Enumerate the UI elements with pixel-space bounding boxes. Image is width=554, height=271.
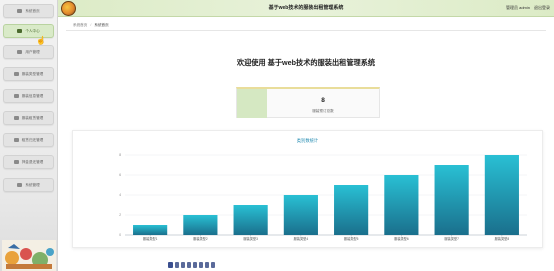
x-tick-label: 服装类型6	[394, 236, 409, 241]
x-tick-label: 服装类型8	[495, 236, 510, 241]
footer-icon[interactable]	[175, 262, 179, 268]
grid-icon	[13, 138, 19, 142]
footer-icon[interactable]	[187, 262, 191, 268]
stat-card-swatch	[237, 89, 267, 118]
y-tick-label: 6	[119, 173, 121, 177]
chart-title: 类别数统计	[296, 138, 319, 143]
logout-link[interactable]: 退出登录	[534, 5, 550, 11]
footer-icon[interactable]	[181, 262, 185, 268]
sidebar: 系统首页 个人中心 用户管理 服装类型管理 服装信息管理 服装租赁管理 租赁归还…	[0, 0, 58, 271]
y-tick-label: 8	[119, 153, 121, 157]
grid-icon	[13, 72, 19, 76]
footer-icon[interactable]	[205, 262, 209, 268]
sidebar-item-label: 个人中心	[25, 28, 40, 33]
app-title: 基于web技术的服装出租管理系统	[268, 5, 344, 11]
pointer-cursor-icon: ☝	[36, 36, 46, 45]
home-icon	[17, 9, 23, 13]
y-tick-label: 4	[119, 193, 121, 197]
sidebar-item-system[interactable]: 系统管理	[3, 178, 54, 192]
top-header: 基于web技术的服装出租管理系统 管理员 admin 退出登录	[58, 0, 554, 17]
sidebar-item-clothing-info[interactable]: 服装信息管理	[3, 89, 54, 103]
footer-toolbar	[168, 262, 215, 268]
x-tick-label: 服装类型5	[344, 236, 359, 241]
chart-bar[interactable]	[434, 165, 469, 235]
welcome-heading: 欢迎使用 基于web技术的服装出租管理系统	[236, 58, 376, 67]
chart-bar[interactable]	[334, 185, 369, 235]
users-icon	[17, 50, 23, 54]
sidebar-item-label: 押金退还管理	[21, 159, 44, 164]
sidebar-item-label: 服装类型管理	[21, 71, 44, 76]
breadcrumb-home[interactable]: 系统首页	[73, 23, 87, 28]
y-tick-label: 2	[119, 213, 121, 217]
sidebar-item-label: 服装租赁管理	[21, 115, 44, 120]
sidebar-item-rental[interactable]: 服装租赁管理	[3, 111, 54, 125]
breadcrumb-separator: /	[90, 23, 92, 27]
bar-chart: 0 2 4 6 8 服装类型1 服装类型2 服装类型3 服装类型4 服装类型5 服装类型6 服装类型7…	[119, 153, 527, 241]
stat-value: 8	[321, 97, 325, 104]
footer-icon[interactable]	[199, 262, 203, 268]
sidebar-item-label: 系统管理	[25, 182, 40, 187]
chart-panel: 0 2 4 6 8 服装类型1 服装类型2 服装类型3 服装类型4 服装类型5 服装类型6 服装类型7…	[72, 130, 543, 248]
y-tick-label: 0	[119, 233, 121, 237]
x-tick-label: 服装类型7	[444, 236, 459, 241]
sidebar-item-profile[interactable]: 个人中心	[3, 24, 54, 38]
chart-bar[interactable]	[484, 155, 519, 235]
current-user: 管理员 admin	[505, 5, 530, 10]
x-tick-label: 服装类型3	[243, 236, 258, 241]
sidebar-item-return[interactable]: 租赁归还管理	[3, 133, 54, 147]
sidebar-item-clothing-type[interactable]: 服装类型管理	[3, 67, 54, 81]
breadcrumb: 系统首页 / 系统首页	[66, 20, 546, 31]
breadcrumb-current: 系统首页	[94, 22, 109, 27]
x-tick-label: 服装类型4	[294, 236, 309, 241]
sidebar-item-label: 租赁归还管理	[21, 137, 44, 142]
decorative-illustration	[2, 240, 56, 271]
sidebar-item-label: 系统首页	[25, 8, 40, 13]
stat-card: 8 服装预订总数	[236, 87, 380, 118]
user-icon	[17, 29, 23, 33]
chart-bar[interactable]	[283, 195, 318, 235]
chart-bar[interactable]	[233, 205, 268, 235]
sidebar-item-deposit[interactable]: 押金退还管理	[3, 155, 54, 169]
chart-bar[interactable]	[183, 215, 218, 235]
grid-icon	[13, 160, 19, 164]
stat-label: 服装预订总数	[312, 109, 334, 113]
chart-bar[interactable]	[384, 175, 419, 235]
footer-icon[interactable]	[211, 262, 215, 268]
sidebar-item-label: 服装信息管理	[21, 93, 44, 98]
grid-icon	[13, 94, 19, 98]
footer-icon[interactable]	[193, 262, 197, 268]
grid-icon	[17, 183, 23, 187]
sidebar-item-label: 用户管理	[25, 49, 40, 54]
chart-bar[interactable]	[133, 225, 168, 235]
grid-icon	[13, 116, 19, 120]
sidebar-item-home[interactable]: 系统首页	[3, 4, 54, 18]
x-tick-label: 服装类型2	[193, 236, 208, 241]
x-tick-label: 服装类型1	[143, 236, 158, 241]
sidebar-item-users[interactable]: 用户管理	[3, 45, 54, 59]
footer-icon[interactable]	[168, 262, 173, 268]
